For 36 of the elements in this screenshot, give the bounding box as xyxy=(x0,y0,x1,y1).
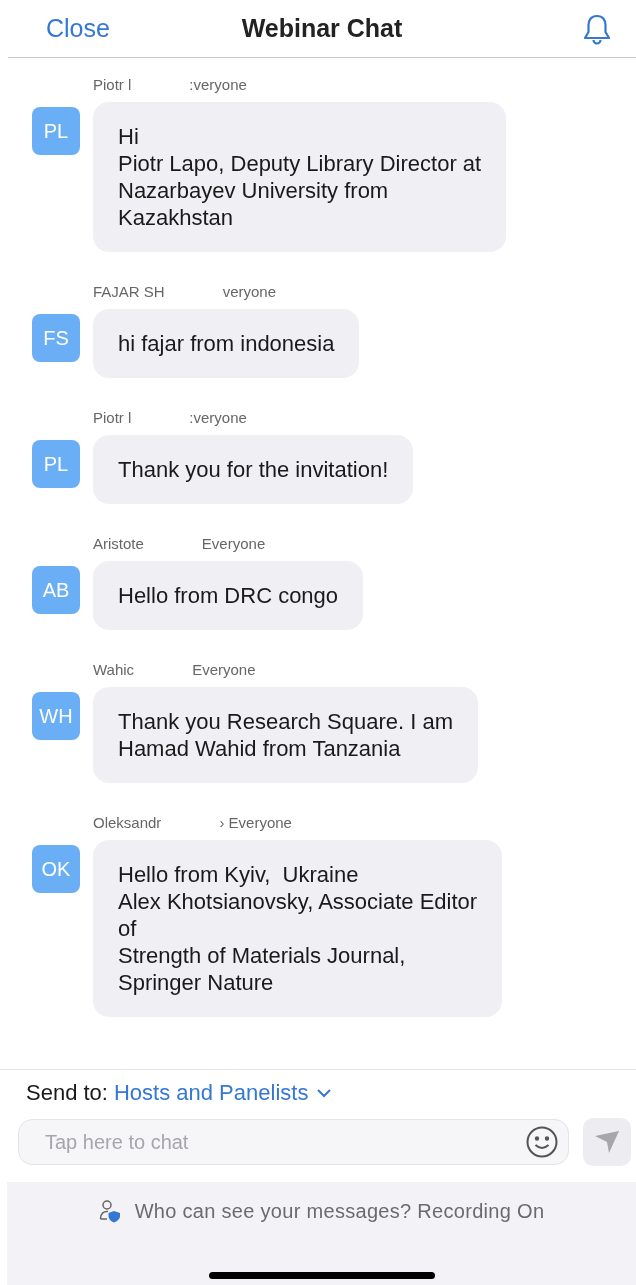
recipient-dropdown[interactable]: Hosts and Panelists xyxy=(113,1080,333,1106)
recipient-label: veryone xyxy=(222,283,277,300)
privacy-notice[interactable]: Who can see your messages? Recording On xyxy=(134,1199,545,1223)
send-button[interactable] xyxy=(583,1118,631,1166)
avatar: AB xyxy=(32,566,80,614)
message-bubble: Hello from DRC congo xyxy=(93,561,364,630)
recipient-label: :veryone xyxy=(189,76,247,93)
emoji-icon[interactable] xyxy=(525,1125,559,1159)
avatar: PL xyxy=(32,440,80,488)
send-icon xyxy=(594,1130,620,1154)
bell-icon[interactable] xyxy=(582,12,612,45)
sender-name: Piotr l xyxy=(93,76,132,93)
recipient-label: › Everyone xyxy=(219,814,292,831)
recipient-label: Everyone xyxy=(201,535,266,552)
message-bubble: Hi Piotr Lapo, Deputy Library Director at Nazarbayev University from Kazakhstan xyxy=(93,102,507,252)
recipient-label: Everyone xyxy=(192,661,256,678)
avatar: FS xyxy=(32,314,80,362)
sender-name: FAJAR SH xyxy=(93,283,165,300)
recipient-label: :veryone xyxy=(189,409,247,426)
window-title: Webinar Chat xyxy=(241,14,403,43)
sender-name: Piotr l xyxy=(93,409,132,426)
message-bubble: hi fajar from indonesia xyxy=(93,309,360,378)
message-bubble: Thank you Research Square. I am Hamad Wahid from Tanzania xyxy=(93,687,479,783)
message-bubble: Thank you for the invitation! xyxy=(93,435,414,504)
message-bubble: Hello from Kyiv, Ukraine Alex Khotsianovsky, Associate Editor of Strength of Materials Journal, Springer Nature xyxy=(93,840,503,1017)
avatar: PL xyxy=(32,107,80,155)
chat-input-field[interactable]: Tap here to chat xyxy=(18,1119,569,1165)
sender-name: Oleksandr xyxy=(93,814,162,831)
send-to-label: Send to: xyxy=(26,1080,108,1106)
person-shield-icon xyxy=(98,1199,121,1223)
close-button[interactable]: Close xyxy=(46,14,110,43)
sender-name: Aristote xyxy=(93,535,144,552)
sender-name: Wahic xyxy=(93,661,135,678)
avatar: WH xyxy=(32,692,80,740)
chevron-down-icon xyxy=(316,1088,333,1098)
avatar: OK xyxy=(32,845,80,893)
